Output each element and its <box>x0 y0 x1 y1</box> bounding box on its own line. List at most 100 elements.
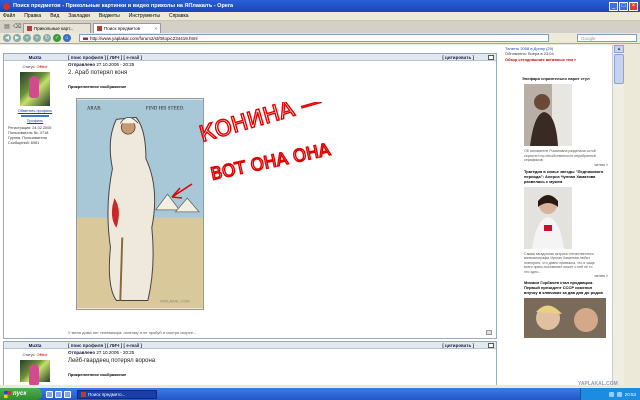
post-author[interactable]: Muzta <box>4 55 66 60</box>
scribble-line-1: КОНИНА — <box>197 102 326 148</box>
menu-bookmarks[interactable]: Закладки <box>68 13 90 19</box>
rewind-icon[interactable]: « <box>23 34 31 42</box>
start-label: пуск <box>13 391 27 397</box>
taskbar: пуск Поиск предмето... 20:53 <box>0 388 640 400</box>
attachment-label: Прикрепленное изображение <box>68 372 127 377</box>
tab-trash-icon[interactable]: ⌫ <box>13 23 21 31</box>
back-icon[interactable]: ◀ <box>3 34 11 42</box>
news-item-title[interactable]: Михаил Горбачев стал продавцом. Первый п… <box>524 280 604 295</box>
menu-bar: Файл Правка Вид Закладки Виджеты Инструм… <box>0 12 640 21</box>
forum-page: Muzta [ поис профиля ] [ ЛИЧ ] [ e-mail … <box>0 45 500 385</box>
quick-launch-desktop-icon[interactable] <box>46 390 53 398</box>
news-photo[interactable] <box>524 298 606 338</box>
opera-logo-icon <box>3 2 10 10</box>
menu-help[interactable]: Справка <box>169 13 189 19</box>
forum-post: Muzta [ поис профиля ] [ ЛИЧ ] [ e-mail … <box>3 341 497 385</box>
post-profile-links[interactable]: [ поис профиля ] [ ЛИЧ ] [ e-mail ] <box>66 343 442 348</box>
change-profile-link[interactable]: Обменять профиль <box>4 109 66 113</box>
quick-launch-browser-icon[interactable] <box>55 390 62 398</box>
wand-icon[interactable]: ✓ <box>53 34 61 42</box>
taskbar-item-opera[interactable]: Поиск предмето... <box>77 389 157 399</box>
quote-button[interactable]: [ цитировать ] <box>442 343 488 348</box>
post-body: Отправлено 27.10.2006 - 20:25 2. Араб по… <box>68 62 498 310</box>
menu-file[interactable]: Файл <box>3 13 15 19</box>
red-scribble-overlay: КОНИНА — ВОТ ОНА ОНА <box>171 102 333 199</box>
news-item-title[interactable]: Элефара сприятельно парит стул <box>522 76 612 81</box>
home-icon[interactable]: ⌂ <box>63 34 71 42</box>
menu-edit[interactable]: Правка <box>24 13 41 19</box>
system-tray: 20:53 <box>580 388 640 400</box>
select-post-checkbox[interactable] <box>488 54 494 60</box>
scribble-line-2: ВОТ ОНА ОНА <box>209 140 333 185</box>
tab-list-icon[interactable]: ▤ <box>3 23 11 31</box>
post-author[interactable]: Muzta <box>4 343 66 348</box>
hot-topics-link[interactable]: Обзор сегодняшних активных тем » <box>500 57 612 62</box>
select-post-checkbox[interactable] <box>488 342 494 348</box>
tray-network-icon[interactable] <box>608 391 614 397</box>
post-body: Отправлено 27.10.2006 - 20:25 Лейб-гвард… <box>68 350 498 377</box>
site-flag-icon <box>83 36 88 40</box>
task-favicon-icon <box>81 391 86 397</box>
news-photo[interactable] <box>524 186 572 249</box>
scroll-up-arrow-icon[interactable]: ▴ <box>614 45 624 53</box>
news-caption: Самая загадочная актриса отечественного … <box>524 251 595 274</box>
sidebar-updated: Обновлено: Вчера в 23:04 <box>505 51 554 56</box>
window-controls: _ □ × <box>609 1 638 11</box>
post-header: Muzta [ поис профиля ] [ ЛИЧ ] [ e-mail … <box>4 342 496 349</box>
scroll-up-icon[interactable] <box>486 330 492 335</box>
read-more-link[interactable]: читать » <box>524 163 608 167</box>
search-placeholder: Google <box>581 35 596 41</box>
tray-volume-icon[interactable] <box>616 391 622 397</box>
cartoon-caption-left: ARAB. <box>87 107 102 112</box>
tab-search-items[interactable]: Поиск предметов × <box>93 23 161 33</box>
profile-link[interactable]: Профиль <box>4 119 66 123</box>
forum-post: Muzta [ поис профиля ] [ ЛИЧ ] [ e-mail … <box>3 53 497 339</box>
attachment-label: Прикрепленное изображение <box>68 84 127 89</box>
fast-forward-icon[interactable]: » <box>33 34 41 42</box>
window-edge <box>624 45 640 385</box>
news-item-title[interactable]: Трагедия в семье звезды "Ледникового пер… <box>524 169 604 184</box>
cartoon-watermark: YAPLAKAL.COM <box>160 298 190 303</box>
post-header: Muzta [ поис профиля ] [ ЛИЧ ] [ e-mail … <box>4 54 496 61</box>
page-viewport: Muzta [ поис профиля ] [ ЛИЧ ] [ e-mail … <box>0 45 640 385</box>
clock: 20:53 <box>624 391 636 397</box>
search-input[interactable]: Google <box>577 34 637 42</box>
author-panel: Статус: Offline <box>4 350 66 385</box>
minimize-button[interactable]: _ <box>609 1 618 11</box>
author-panel: Статус: Offline Обменять профиль Профиль… <box>4 62 66 146</box>
author-status: Статус: Offline <box>22 353 48 357</box>
quote-button[interactable]: [ цитировать ] <box>442 55 488 60</box>
menu-view[interactable]: Вид <box>50 13 59 19</box>
tab-bar: ▤ ⌫ Прикольные карт... Поиск предметов × <box>0 21 640 33</box>
read-more-link[interactable]: читать » <box>524 274 608 278</box>
address-input[interactable]: http://www.yaplakal.com/forum2/st/0/topi… <box>79 34 549 42</box>
menu-widgets[interactable]: Виджеты <box>99 13 120 19</box>
quick-launch <box>46 390 71 398</box>
menu-tools[interactable]: Инструменты <box>129 13 160 19</box>
task-label: Поиск предмето... <box>88 391 126 397</box>
reload-icon[interactable]: ↻ <box>43 34 51 42</box>
news-caption: Об основателе Романовна разделала сотой … <box>524 149 596 162</box>
watermark: YAPLAKAL.COM <box>578 381 618 387</box>
post-signature: У меня дома нет телевизора: поэтому я не… <box>68 330 197 335</box>
start-button[interactable]: пуск <box>0 388 42 400</box>
post-meta: Отправлено 27.10.2006 - 20:25 <box>68 350 135 355</box>
quick-launch-opera-icon[interactable] <box>64 390 71 398</box>
news-photo[interactable] <box>524 84 572 146</box>
scrollbar-thumb[interactable] <box>614 54 624 84</box>
close-button[interactable]: × <box>629 1 638 11</box>
news-sidebar: Таганть 2008 в Донну (29) Обновлено: Вче… <box>500 45 612 385</box>
avatar <box>20 72 50 106</box>
maximize-button[interactable]: □ <box>619 1 628 11</box>
reputation-bar <box>21 115 49 117</box>
forward-icon[interactable]: ▶ <box>13 34 21 42</box>
post-profile-links[interactable]: [ поис профиля ] [ ЛИЧ ] [ e-mail ] <box>66 55 442 60</box>
close-tab-icon[interactable]: × <box>154 26 157 31</box>
window-titlebar: Поиск предметов - Прикольные картинки и … <box>0 0 640 12</box>
author-status: Статус: Offline <box>22 65 48 69</box>
window-title: Поиск предметов - Прикольные картинки и … <box>13 3 234 9</box>
page-scrollbar[interactable]: ▴ <box>612 45 624 385</box>
tab-funny-pictures[interactable]: Прикольные карт... <box>23 23 91 33</box>
post-meta: Отправлено 27.10.2006 - 20:25 <box>68 62 135 67</box>
sidebar-top: Таганть 2008 в Донну (29) Обновлено: Вче… <box>500 46 612 56</box>
